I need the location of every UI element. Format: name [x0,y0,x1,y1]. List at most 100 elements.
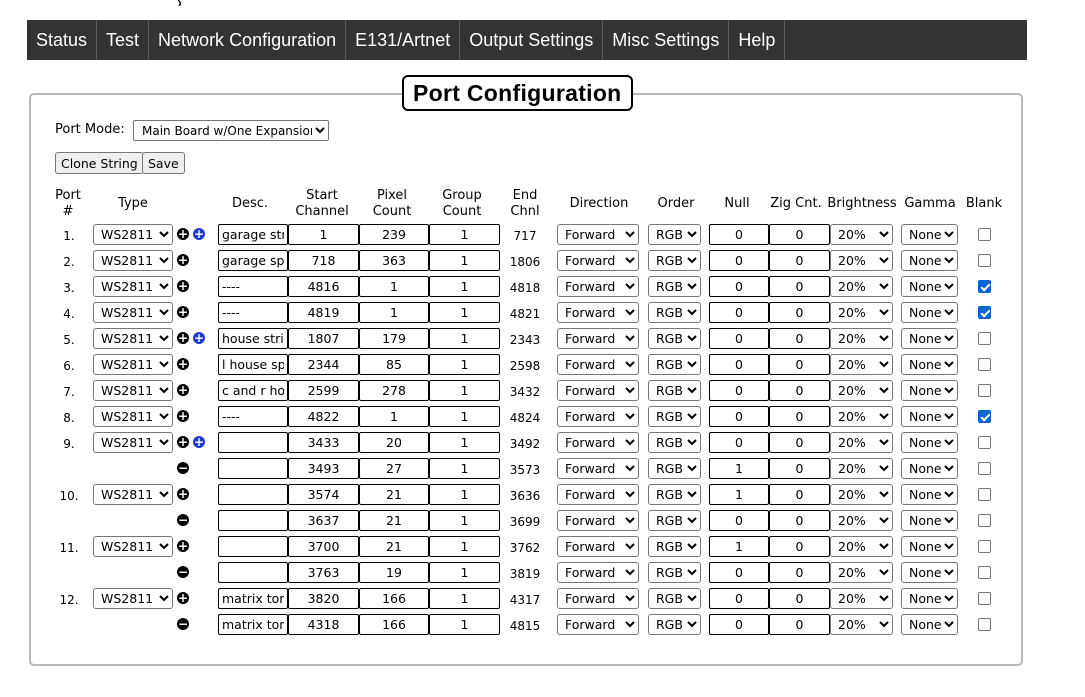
order-select[interactable]: RGB [648,562,701,583]
pixel-count-input[interactable] [359,562,429,583]
blank-checkbox[interactable] [978,306,991,319]
blank-checkbox[interactable] [978,514,991,527]
minus-circle-icon[interactable]: − [177,462,189,474]
plus-circle-blue-icon[interactable]: + [193,436,205,448]
plus-circle-icon[interactable]: + [177,410,189,422]
gamma-select[interactable]: None [901,380,958,401]
direction-select[interactable]: Forward [557,406,639,427]
direction-select[interactable]: Forward [557,250,639,271]
plus-circle-icon[interactable]: + [177,280,189,292]
blank-checkbox[interactable] [978,566,991,579]
order-select[interactable]: RGB [648,458,701,479]
plus-circle-icon[interactable]: + [177,254,189,266]
group-count-input[interactable] [429,510,500,531]
group-count-input[interactable] [429,380,500,401]
desc-input[interactable] [218,432,288,453]
desc-input[interactable] [218,562,288,583]
null-input[interactable] [709,276,769,297]
type-select[interactable]: WS2811 [93,250,173,271]
plus-circle-icon[interactable]: + [177,592,189,604]
desc-input[interactable] [218,302,288,323]
start-channel-input[interactable] [288,276,359,297]
direction-select[interactable]: Forward [557,380,639,401]
start-channel-input[interactable] [288,484,359,505]
start-channel-input[interactable] [288,432,359,453]
pixel-count-input[interactable] [359,458,429,479]
type-select[interactable]: WS2811 [93,536,173,557]
blank-checkbox[interactable] [978,436,991,449]
null-input[interactable] [709,380,769,401]
blank-checkbox[interactable] [978,462,991,475]
desc-input[interactable] [218,224,288,245]
pixel-count-input[interactable] [359,536,429,557]
desc-input[interactable] [218,380,288,401]
zig-count-input[interactable] [769,458,830,479]
nav-e131-artnet[interactable]: E131/Artnet [346,20,461,60]
plus-circle-blue-icon[interactable]: + [193,332,205,344]
start-channel-input[interactable] [288,224,359,245]
blank-checkbox[interactable] [978,228,991,241]
order-select[interactable]: RGB [648,224,701,245]
order-select[interactable]: RGB [648,328,701,349]
pixel-count-input[interactable] [359,588,429,609]
order-select[interactable]: RGB [648,354,701,375]
start-channel-input[interactable] [288,354,359,375]
gamma-select[interactable]: None [901,484,958,505]
null-input[interactable] [709,458,769,479]
nav-status[interactable]: Status [27,20,98,60]
blank-checkbox[interactable] [978,358,991,371]
order-select[interactable]: RGB [648,588,701,609]
nav-help[interactable]: Help [729,20,786,60]
gamma-select[interactable]: None [901,276,958,297]
null-input[interactable] [709,432,769,453]
clone-string-button[interactable]: Clone String [55,152,144,174]
pixel-count-input[interactable] [359,302,429,323]
type-select[interactable]: WS2811 [93,224,173,245]
start-channel-input[interactable] [288,380,359,401]
zig-count-input[interactable] [769,302,830,323]
order-select[interactable]: RGB [648,484,701,505]
blank-checkbox[interactable] [978,618,991,631]
group-count-input[interactable] [429,562,500,583]
blank-checkbox[interactable] [978,410,991,423]
pixel-count-input[interactable] [359,484,429,505]
type-select[interactable]: WS2811 [93,588,173,609]
pixel-count-input[interactable] [359,510,429,531]
plus-circle-icon[interactable]: + [177,436,189,448]
blank-checkbox[interactable] [978,592,991,605]
null-input[interactable] [709,250,769,271]
zig-count-input[interactable] [769,536,830,557]
start-channel-input[interactable] [288,588,359,609]
group-count-input[interactable] [429,250,500,271]
desc-input[interactable] [218,588,288,609]
gamma-select[interactable]: None [901,432,958,453]
gamma-select[interactable]: None [901,562,958,583]
gamma-select[interactable]: None [901,458,958,479]
null-input[interactable] [709,614,769,635]
brightness-select[interactable]: 20% [830,458,893,479]
blank-checkbox[interactable] [978,488,991,501]
zig-count-input[interactable] [769,276,830,297]
plus-circle-icon[interactable]: + [177,488,189,500]
nav-output-settings[interactable]: Output Settings [460,20,604,60]
pixel-count-input[interactable] [359,354,429,375]
plus-circle-icon[interactable]: + [177,332,189,344]
brightness-select[interactable]: 20% [830,510,893,531]
type-select[interactable]: WS2811 [93,380,173,401]
blank-checkbox[interactable] [978,280,991,293]
pixel-count-input[interactable] [359,432,429,453]
zig-count-input[interactable] [769,224,830,245]
brightness-select[interactable]: 20% [830,276,893,297]
port-mode-select[interactable]: Main Board w/One Expansion [133,120,329,141]
plus-circle-icon[interactable]: + [177,358,189,370]
pixel-count-input[interactable] [359,250,429,271]
pixel-count-input[interactable] [359,224,429,245]
order-select[interactable]: RGB [648,614,701,635]
desc-input[interactable] [218,354,288,375]
type-select[interactable]: WS2811 [93,406,173,427]
desc-input[interactable] [218,250,288,271]
direction-select[interactable]: Forward [557,432,639,453]
direction-select[interactable]: Forward [557,614,639,635]
gamma-select[interactable]: None [901,328,958,349]
direction-select[interactable]: Forward [557,276,639,297]
